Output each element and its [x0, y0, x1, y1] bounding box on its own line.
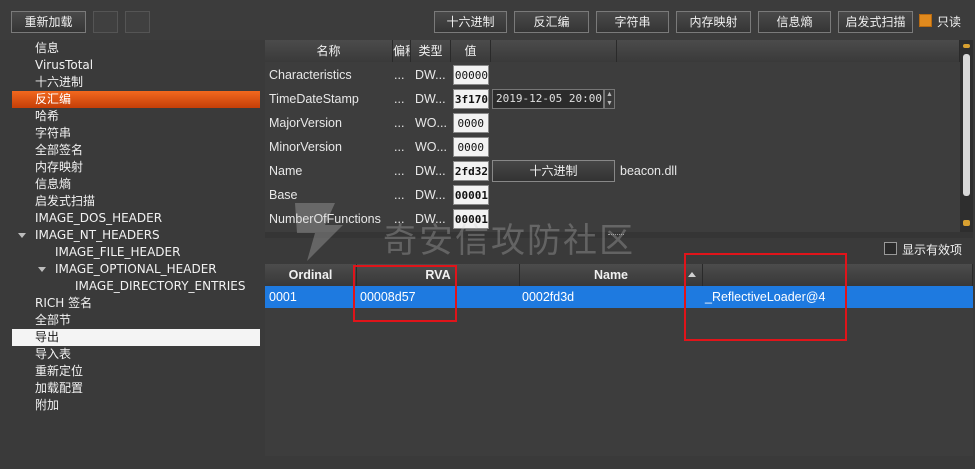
tree-item-file-header[interactable]: IMAGE_FILE_HEADER — [12, 244, 260, 261]
field-offset: ... — [394, 116, 405, 130]
field-type: WO... — [415, 140, 447, 154]
pane-splitter[interactable] — [265, 232, 973, 238]
col-header-extra-2 — [617, 40, 960, 62]
blank-button-1[interactable] — [93, 11, 118, 33]
tree-item-hash[interactable]: 哈希 — [12, 108, 260, 125]
field-value-input[interactable]: 00000 — [453, 65, 489, 85]
tree-item-optional-header[interactable]: IMAGE_OPTIONAL_HEADER — [12, 261, 260, 278]
scroll-thumb[interactable] — [963, 54, 970, 196]
export-directory-grid: 名称 偏移 类型 值 Characteristics ... DW... 000… — [265, 40, 960, 232]
export-ordinal: 0001 — [269, 290, 297, 304]
splitter-grip-icon[interactable] — [608, 234, 624, 236]
tree-item-entropy[interactable]: 信息熵 — [12, 176, 260, 193]
field-value-input[interactable]: 3f170 — [453, 89, 489, 109]
field-type: WO... — [415, 116, 447, 130]
col-header-extra-1 — [491, 40, 617, 62]
field-offset: ... — [394, 92, 405, 106]
dll-name-text: beacon.dll — [620, 164, 677, 178]
col-header-name[interactable]: Name — [520, 264, 703, 286]
tree-item-heuristic-scan[interactable]: 启发式扫描 — [12, 193, 260, 210]
tree-item-exports[interactable]: 导出 — [12, 329, 260, 346]
bottom-strip — [0, 456, 975, 469]
tree-item-directory-entries[interactable]: IMAGE_DIRECTORY_ENTRIES — [12, 278, 260, 295]
tree-item-load-config[interactable]: 加载配置 — [12, 380, 260, 397]
field-row[interactable]: MajorVersion ... WO... 0000 — [265, 111, 960, 135]
expand-arrow-icon[interactable] — [18, 233, 26, 238]
disassembly-button[interactable]: 反汇编 — [514, 11, 589, 33]
field-row[interactable]: Base ... DW... 00001 — [265, 183, 960, 207]
field-offset: ... — [394, 140, 405, 154]
field-value-input[interactable]: 0000 — [453, 113, 489, 133]
field-offset: ... — [394, 212, 405, 226]
field-value-input[interactable]: 2fd32 — [453, 161, 489, 181]
reload-button[interactable]: 重新加载 — [11, 11, 86, 33]
memory-map-button[interactable]: 内存映射 — [676, 11, 751, 33]
name-hex-button[interactable]: 十六进制 — [492, 160, 615, 182]
field-name: Name — [269, 164, 303, 178]
field-type: DW... — [415, 212, 446, 226]
field-value-input[interactable]: 00001 — [453, 185, 489, 205]
field-type: DW... — [415, 92, 446, 106]
spinner-arrows-icon[interactable]: ▲ ▼ — [604, 89, 615, 109]
field-offset: ... — [394, 164, 405, 178]
readonly-label: 只读 — [937, 15, 962, 29]
export-name-rva: 0002fd3d — [522, 290, 575, 304]
field-offset: ... — [394, 188, 405, 202]
scroll-up-icon[interactable] — [963, 44, 970, 48]
col-header-value[interactable]: 值 — [451, 40, 491, 62]
tree-item-all-sections[interactable]: 全部节 — [12, 312, 260, 329]
tree-item-relocations[interactable]: 重新定位 — [12, 363, 260, 380]
field-name: NumberOfFunctions — [269, 212, 381, 226]
heuristic-scan-button[interactable]: 启发式扫描 — [838, 11, 913, 33]
tree-item-nt-headers[interactable]: IMAGE_NT_HEADERS — [12, 227, 260, 244]
annotation-box-rva — [353, 265, 457, 322]
col-header-type[interactable]: 类型 — [411, 40, 451, 62]
readonly-checkbox[interactable] — [919, 14, 932, 27]
timestamp-datetime-input[interactable]: 2019-12-05 20:00: — [492, 89, 604, 109]
field-name: Characteristics — [269, 68, 352, 82]
tree-item-memory-map[interactable]: 内存映射 — [12, 159, 260, 176]
tree-item-hex[interactable]: 十六进制 — [12, 74, 260, 91]
field-name: TimeDateStamp — [269, 92, 359, 106]
field-row[interactable]: MinorVersion ... WO... 0000 — [265, 135, 960, 159]
field-row[interactable]: TimeDateStamp ... DW... 3f170 2019-12-05… — [265, 87, 960, 111]
field-name: MinorVersion — [269, 140, 342, 154]
field-type: DW... — [415, 164, 446, 178]
field-value-input[interactable]: 0000 — [453, 137, 489, 157]
field-name: Base — [269, 188, 298, 202]
field-row[interactable]: Characteristics ... DW... 00000 — [265, 63, 960, 87]
strings-button[interactable]: 字符串 — [596, 11, 669, 33]
tree-item-disassembly[interactable]: 反汇编 — [12, 91, 260, 108]
field-offset: ... — [394, 68, 405, 82]
toolbar: 重新加载 十六进制 反汇编 字符串 内存映射 信息熵 启发式扫描 只读 — [0, 0, 975, 40]
field-value-input[interactable]: 00001 — [453, 209, 489, 229]
section-tree: 信息 VirusTotal 十六进制 反汇编 哈希 字符串 全部签名 内存映射 … — [12, 40, 260, 456]
tree-item-rich-signature[interactable]: RICH 签名 — [12, 295, 260, 312]
col-header-offset[interactable]: 偏移 — [393, 40, 411, 62]
tree-item-info[interactable]: 信息 — [12, 40, 260, 57]
tree-item-imports[interactable]: 导入表 — [12, 346, 260, 363]
annotation-box-function — [684, 253, 847, 341]
tree-item-strings[interactable]: 字符串 — [12, 125, 260, 142]
field-row[interactable]: Name ... DW... 2fd32 十六进制 beacon.dll — [265, 159, 960, 183]
tree-item-virustotal[interactable]: VirusTotal — [12, 57, 260, 74]
tree-item-all-signatures[interactable]: 全部签名 — [12, 142, 260, 159]
field-row[interactable]: NumberOfFunctions ... DW... 00001 — [265, 207, 960, 231]
entropy-button[interactable]: 信息熵 — [758, 11, 831, 33]
expand-arrow-icon[interactable] — [38, 267, 46, 272]
vertical-scrollbar[interactable] — [960, 40, 973, 232]
blank-button-2[interactable] — [125, 11, 150, 33]
hex-view-button[interactable]: 十六进制 — [434, 11, 507, 33]
tree-item-dos-header[interactable]: IMAGE_DOS_HEADER — [12, 210, 260, 227]
field-type: DW... — [415, 68, 446, 82]
field-name: MajorVersion — [269, 116, 342, 130]
col-header-name[interactable]: 名称 — [265, 40, 393, 62]
tree-item-overlay[interactable]: 附加 — [12, 397, 260, 414]
show-valid-label: 显示有效项 — [902, 243, 963, 257]
field-type: DW... — [415, 188, 446, 202]
scroll-down-icon[interactable] — [963, 220, 970, 226]
col-header-ordinal[interactable]: Ordinal — [265, 264, 357, 286]
show-valid-checkbox[interactable] — [884, 242, 897, 255]
